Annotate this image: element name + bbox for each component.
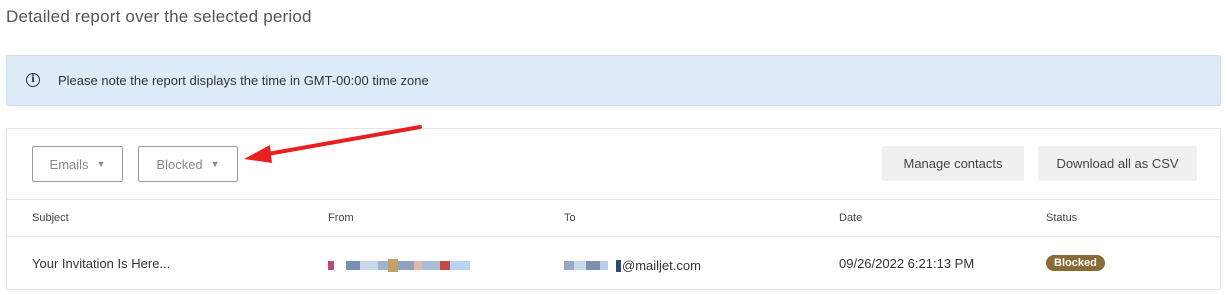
- column-header-from: From: [328, 212, 354, 224]
- annotation-arrow: [244, 125, 422, 163]
- row-date: 09/26/2022 6:21:13 PM: [839, 256, 975, 271]
- column-header-date: Date: [839, 212, 863, 224]
- manage-contacts-button[interactable]: Manage contacts: [882, 146, 1024, 181]
- row-subject[interactable]: Your Invitation Is Here...: [32, 256, 170, 271]
- recipient-address: @mailjet.com: [564, 258, 701, 273]
- timezone-notice: i Please note the report displays the ti…: [6, 55, 1221, 106]
- table-header: Subject From To Date Status: [7, 199, 1220, 237]
- download-csv-button[interactable]: Download all as CSV: [1038, 146, 1197, 181]
- page-title: Detailed report over the selected period: [6, 7, 312, 26]
- chevron-down-icon: ▼: [210, 159, 220, 169]
- recipient-domain: @mailjet.com: [622, 258, 701, 273]
- info-icon: i: [26, 73, 40, 87]
- table-row[interactable]: Your Invitation Is Here... @mailjet.com …: [7, 237, 1220, 290]
- status-filter-dropdown[interactable]: Blocked ▼: [138, 146, 238, 182]
- column-header-to: To: [564, 212, 576, 224]
- notice-text: Please note the report displays the time…: [58, 73, 429, 88]
- report-panel: Emails ▼ Blocked ▼ Manage contacts Downl…: [6, 128, 1221, 290]
- redacted-sender: [328, 259, 470, 272]
- chevron-down-icon: ▼: [96, 159, 106, 169]
- column-header-status: Status: [1046, 212, 1078, 224]
- column-header-subject: Subject: [32, 212, 69, 224]
- emails-filter-dropdown[interactable]: Emails ▼: [32, 146, 123, 182]
- status-badge: Blocked: [1046, 255, 1105, 271]
- emails-filter-label: Emails: [49, 156, 89, 172]
- status-filter-label: Blocked: [156, 156, 203, 172]
